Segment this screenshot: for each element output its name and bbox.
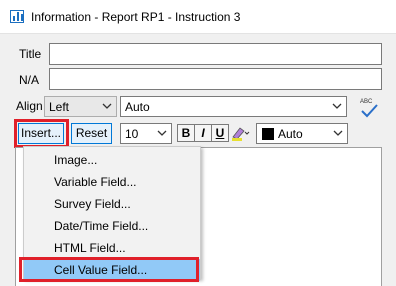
text-color-value: Auto bbox=[278, 127, 303, 141]
highlight-color-button[interactable] bbox=[230, 124, 252, 142]
font-size-value: 10 bbox=[125, 127, 139, 141]
insert-highlight-box bbox=[14, 119, 69, 148]
italic-button[interactable]: I bbox=[194, 124, 212, 142]
report-chart-icon bbox=[10, 10, 24, 23]
vertical-align-select[interactable]: Auto bbox=[120, 96, 347, 117]
spell-check-button[interactable]: ABC bbox=[358, 99, 380, 119]
font-size-select[interactable]: 10 bbox=[120, 123, 172, 144]
cell-value-highlight-box bbox=[19, 257, 199, 282]
chevron-down-icon bbox=[102, 103, 112, 109]
bold-button[interactable]: B bbox=[177, 124, 195, 142]
na-input[interactable] bbox=[49, 68, 382, 90]
menu-item-datetime-field[interactable]: Date/Time Field... bbox=[24, 215, 200, 237]
color-swatch bbox=[262, 128, 274, 140]
underline-button[interactable]: U bbox=[211, 124, 229, 142]
chevron-down-icon bbox=[333, 130, 343, 136]
menu-item-survey-field[interactable]: Survey Field... bbox=[24, 193, 200, 215]
align-value: Left bbox=[49, 100, 70, 114]
menu-item-variable-field[interactable]: Variable Field... bbox=[24, 171, 200, 193]
window-title: Information - Report RP1 - Instruction 3 bbox=[31, 10, 241, 24]
menu-item-html-field[interactable]: HTML Field... bbox=[24, 237, 200, 259]
title-label: Title bbox=[19, 47, 42, 61]
align-label: Align bbox=[16, 99, 43, 113]
vertical-align-value: Auto bbox=[125, 100, 150, 114]
highlighter-icon bbox=[232, 127, 250, 141]
chevron-down-icon bbox=[157, 130, 167, 136]
reset-button[interactable]: Reset bbox=[71, 123, 112, 144]
spell-check-icon bbox=[361, 104, 378, 118]
align-select[interactable]: Left bbox=[44, 96, 117, 117]
chevron-down-icon bbox=[332, 103, 342, 109]
menu-item-image[interactable]: Image... bbox=[24, 149, 200, 171]
title-bar: Information - Report RP1 - Instruction 3 bbox=[0, 0, 396, 33]
na-label: N/A bbox=[19, 73, 40, 87]
text-color-select[interactable]: Auto bbox=[256, 123, 348, 144]
title-input[interactable] bbox=[49, 43, 382, 65]
